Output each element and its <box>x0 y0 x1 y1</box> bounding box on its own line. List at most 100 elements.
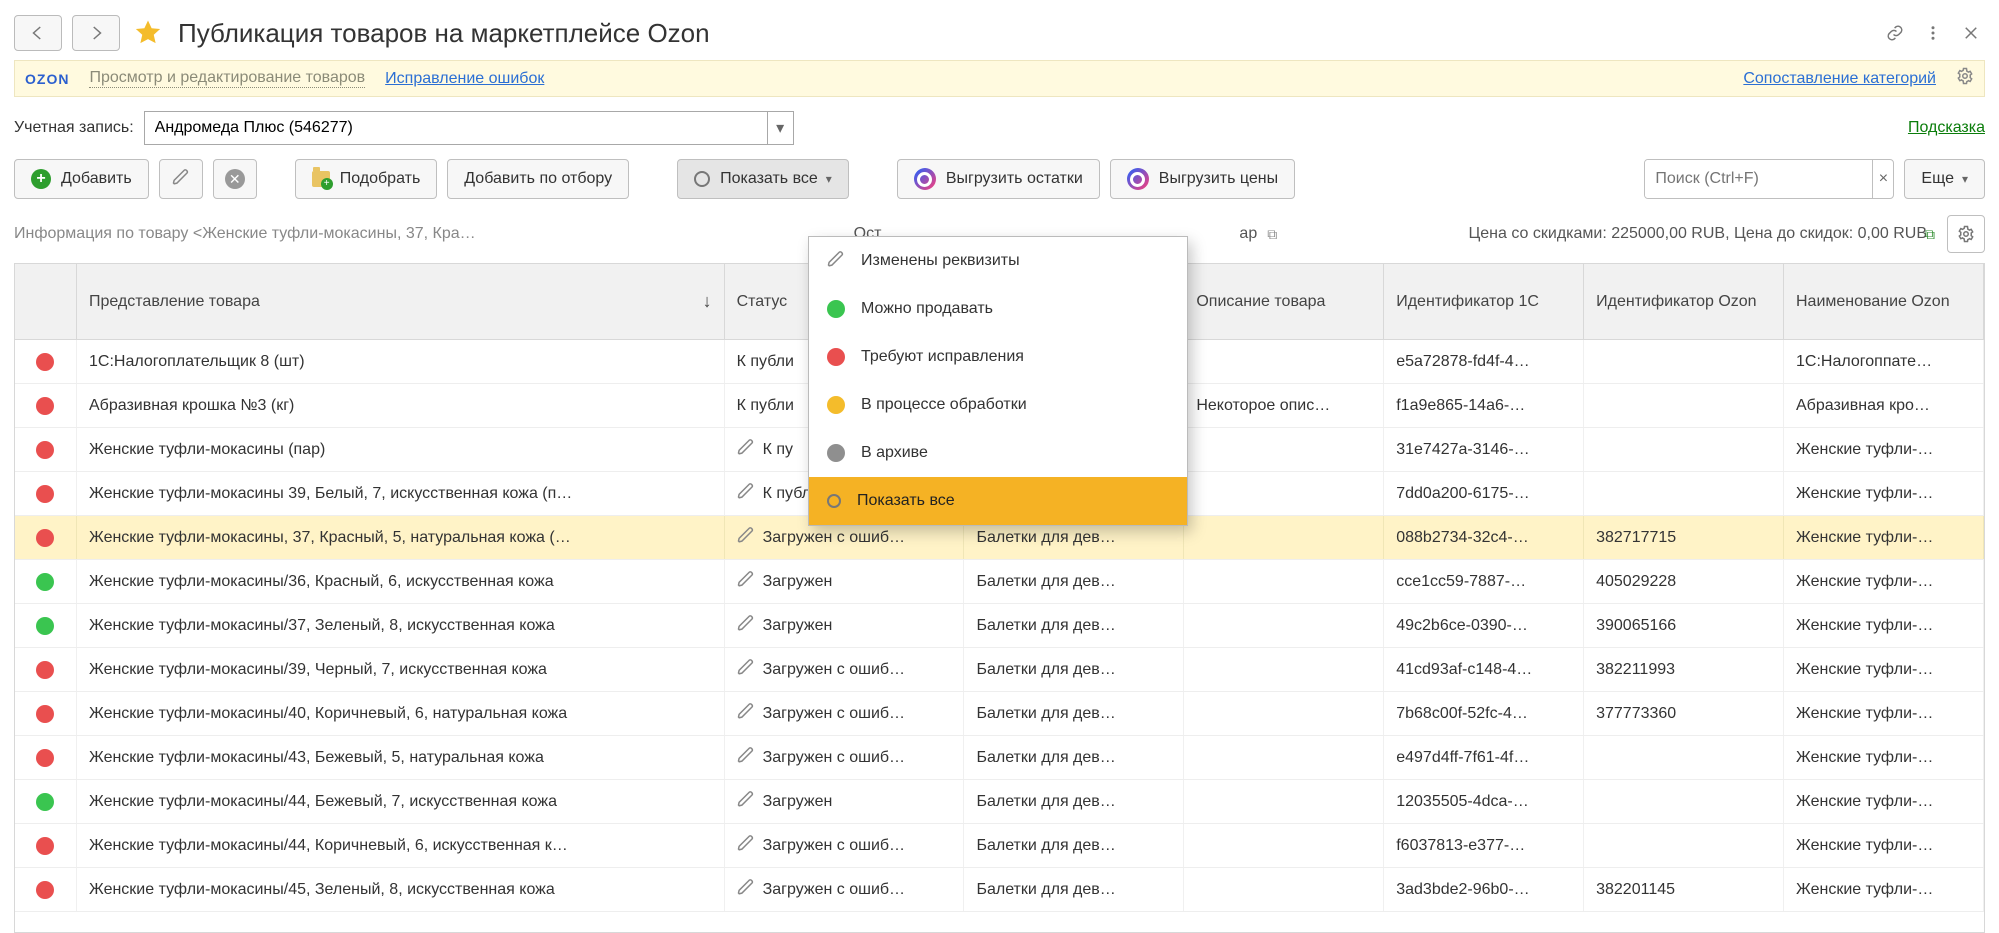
cell-status: Загружен с ошиб… <box>725 648 965 691</box>
more-button[interactable]: Еще▾ <box>1904 159 1985 199</box>
table-row[interactable]: Женские туфли-мокасины/44, Коричневый, 6… <box>15 824 1984 868</box>
th-status-dot[interactable] <box>15 264 77 339</box>
cell-name-ozon: Женские туфли-… <box>1784 560 1984 603</box>
search-clear-button[interactable]: × <box>1872 160 1893 198</box>
cell-status-dot <box>15 648 77 691</box>
cell-status: Загружен с ошиб… <box>725 824 965 867</box>
cell-category: Балетки для дев… <box>964 692 1184 735</box>
cell-status-dot <box>15 736 77 779</box>
th-product-name[interactable]: Представление товара↓ <box>77 264 725 339</box>
account-input[interactable] <box>145 112 767 144</box>
cell-status: Загружен с ошиб… <box>725 736 965 779</box>
cell-status-dot <box>15 560 77 603</box>
table-row[interactable]: Женские туфли-мокасины/39, Черный, 7, ис… <box>15 648 1984 692</box>
th-id-1c[interactable]: Идентификатор 1С <box>1384 264 1584 339</box>
table-settings-button[interactable] <box>1947 215 1985 253</box>
status-filter-menu: Изменены реквизиты Можно продавать Требу… <box>808 236 1188 526</box>
menu-item-need-fix[interactable]: Требуют исправления <box>809 333 1187 381</box>
add-by-filter-label: Добавить по отбору <box>464 170 612 188</box>
cell-status-dot <box>15 780 77 823</box>
cell-id-1c: cce1cc59-7887-… <box>1384 560 1584 603</box>
status-dot-icon <box>36 749 54 767</box>
th-description[interactable]: Описание товара <box>1184 264 1384 339</box>
pencil-icon <box>827 250 845 273</box>
cell-status-dot <box>15 472 77 515</box>
pick-button[interactable]: Подобрать <box>295 159 438 199</box>
forward-button[interactable] <box>72 15 120 51</box>
expand-icon[interactable]: ⧉ <box>1267 226 1277 243</box>
ozon-bar-settings-icon[interactable] <box>1956 67 1974 90</box>
cell-category: Балетки для дев… <box>964 736 1184 779</box>
cell-name-ozon: Абразивная кро… <box>1784 384 1984 427</box>
add-button[interactable]: +Добавить <box>14 159 149 199</box>
cell-description <box>1184 692 1384 735</box>
cell-id-1c: 7dd0a200-6175-… <box>1384 472 1584 515</box>
show-all-filter-button[interactable]: Показать все▾ <box>677 159 849 199</box>
cell-name-ozon: Женские туфли-… <box>1784 516 1984 559</box>
menu-item-archived[interactable]: В архиве <box>809 429 1187 477</box>
cell-description <box>1184 824 1384 867</box>
cell-name-ozon: Женские туфли-… <box>1784 472 1984 515</box>
favorite-star-icon[interactable] <box>130 15 166 51</box>
more-label: Еще <box>1921 170 1954 188</box>
status-dot-icon <box>36 485 54 503</box>
cell-id-1c: f1a9e865-14a6-… <box>1384 384 1584 427</box>
match-categories-link[interactable]: Сопоставление категорий <box>1743 70 1936 88</box>
cell-status-dot <box>15 868 77 911</box>
page-title: Публикация товаров на маркетплейсе Ozon <box>178 18 710 49</box>
cell-status: Загружен с ошиб… <box>725 692 965 735</box>
fix-errors-link[interactable]: Исправление ошибок <box>385 70 544 88</box>
upload-prices-button[interactable]: Выгрузить цены <box>1110 159 1295 199</box>
expand-prices-icon[interactable]: ⧉ <box>1925 226 1935 243</box>
link-icon[interactable] <box>1881 19 1909 47</box>
folder-plus-icon <box>312 171 330 187</box>
cell-category: Балетки для дев… <box>964 868 1184 911</box>
cell-description <box>1184 868 1384 911</box>
search-box: × <box>1644 159 1894 199</box>
kebab-menu-icon[interactable] <box>1919 19 1947 47</box>
th-id-ozon[interactable]: Идентификатор Ozon <box>1584 264 1784 339</box>
close-icon[interactable] <box>1957 19 1985 47</box>
table-row[interactable]: Женские туфли-мокасины/37, Зеленый, 8, и… <box>15 604 1984 648</box>
cell-status: Загружен <box>725 604 965 647</box>
cell-product-name: Женские туфли-мокасины/44, Коричневый, 6… <box>77 824 725 867</box>
cell-id-ozon: 377773360 <box>1584 692 1784 735</box>
menu-item-processing[interactable]: В процессе обработки <box>809 381 1187 429</box>
edit-button[interactable] <box>159 159 203 199</box>
cell-status-dot <box>15 428 77 471</box>
cell-product-name: Женские туфли-мокасины 39, Белый, 7, иск… <box>77 472 725 515</box>
menu-item-changed[interactable]: Изменены реквизиты <box>809 237 1187 285</box>
table-row[interactable]: Женские туфли-мокасины/44, Бежевый, 7, и… <box>15 780 1984 824</box>
cell-description <box>1184 560 1384 603</box>
account-dropdown-button[interactable]: ▾ <box>767 112 793 144</box>
table-row[interactable]: Женские туфли-мокасины/40, Коричневый, 6… <box>15 692 1984 736</box>
menu-item-can-sell[interactable]: Можно продавать <box>809 285 1187 333</box>
x-circle-icon: ✕ <box>225 169 245 189</box>
menu-item-show-all[interactable]: Показать все <box>809 477 1187 525</box>
cell-name-ozon: Женские туфли-… <box>1784 428 1984 471</box>
cell-id-ozon <box>1584 780 1784 823</box>
table-row[interactable]: Женские туфли-мокасины/36, Красный, 6, и… <box>15 560 1984 604</box>
cell-status-dot <box>15 824 77 867</box>
th-name-ozon[interactable]: Наименование Ozon <box>1784 264 1984 339</box>
pencil-icon <box>737 614 755 637</box>
upload-stocks-button[interactable]: Выгрузить остатки <box>897 159 1100 199</box>
account-label: Учетная запись: <box>14 119 134 137</box>
product-info-text: Информация по товару <Женские туфли-мока… <box>14 225 476 243</box>
cell-product-name: Женские туфли-мокасины/40, Коричневый, 6… <box>77 692 725 735</box>
cell-category: Балетки для дев… <box>964 780 1184 823</box>
hint-link[interactable]: Подсказка <box>1908 119 1985 137</box>
delete-button[interactable]: ✕ <box>213 159 257 199</box>
pencil-icon <box>737 790 755 813</box>
status-dot-icon <box>36 617 54 635</box>
cell-product-name: 1С:Налогоплательщик 8 (шт) <box>77 340 725 383</box>
red-dot-icon <box>827 348 845 366</box>
table-row[interactable]: Женские туфли-мокасины/45, Зеленый, 8, и… <box>15 868 1984 912</box>
cell-name-ozon: Женские туфли-… <box>1784 824 1984 867</box>
view-edit-products-link[interactable]: Просмотр и редактирование товаров <box>89 69 365 88</box>
add-by-filter-button[interactable]: Добавить по отбору <box>447 159 629 199</box>
back-button[interactable] <box>14 15 62 51</box>
table-row[interactable]: Женские туфли-мокасины/43, Бежевый, 5, н… <box>15 736 1984 780</box>
search-input[interactable] <box>1645 160 1872 198</box>
status-dot-icon <box>36 705 54 723</box>
